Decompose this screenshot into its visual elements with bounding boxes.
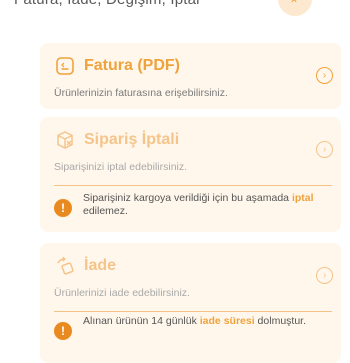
divider: [54, 311, 332, 312]
warning-icon: !: [54, 199, 72, 217]
return-button[interactable]: ›: [316, 267, 333, 284]
return-title: İade: [84, 257, 117, 274]
return-notice: ! Alınan ürünün 14 günlük iade süresi do…: [54, 315, 321, 340]
header-collapse-button[interactable]: ⌃: [278, 0, 312, 16]
box-cancel-icon: [54, 129, 76, 151]
return-card: İade Ürünlerinizi iade edebilirsiniz. › …: [40, 243, 341, 363]
notice-text-before: Siparişiniz kargoya verildiği için bu aş…: [83, 192, 292, 204]
notice-text-before: Alınan ürünün 14 günlük: [83, 315, 200, 327]
return-description: Ürünlerinizi iade edebilirsiniz.: [54, 287, 190, 299]
divider: [54, 185, 332, 186]
order-cancel-card: Sipariş İptali Siparişinizi iptal edebil…: [40, 117, 341, 232]
document-icon: [54, 55, 76, 77]
notice-text-after: edilemez.: [83, 205, 128, 217]
header-partial-text: Fatura, İade, Değişim, İptal: [14, 0, 200, 8]
order-cancel-button[interactable]: ›: [316, 141, 333, 158]
invoice-title: Fatura (PDF): [84, 57, 180, 74]
notice-highlight: iptal: [291, 192, 314, 204]
order-cancel-notice: ! Siparişiniz kargoya verildiği için bu …: [54, 192, 321, 218]
chevron-right-icon: ›: [322, 69, 327, 81]
order-cancel-title: Sipariş İptali: [84, 131, 180, 148]
notice-highlight: iade süresi: [199, 315, 255, 327]
invoice-description: Ürünlerinizin faturasına erişebilirsiniz…: [54, 87, 228, 99]
chevron-up-icon: ⌃: [289, 0, 300, 11]
notice-text-after: dolmuştur.: [254, 315, 306, 327]
warning-icon: !: [54, 322, 72, 340]
chevron-right-icon: ›: [322, 269, 327, 281]
invoice-open-button[interactable]: ›: [316, 67, 333, 84]
invoice-card[interactable]: Fatura (PDF) Ürünlerinizin faturasına er…: [40, 43, 341, 109]
chevron-right-icon: ›: [322, 143, 327, 155]
return-box-icon: [54, 255, 76, 277]
order-cancel-description: Siparişinizi iptal edebilirsiniz.: [54, 161, 188, 173]
